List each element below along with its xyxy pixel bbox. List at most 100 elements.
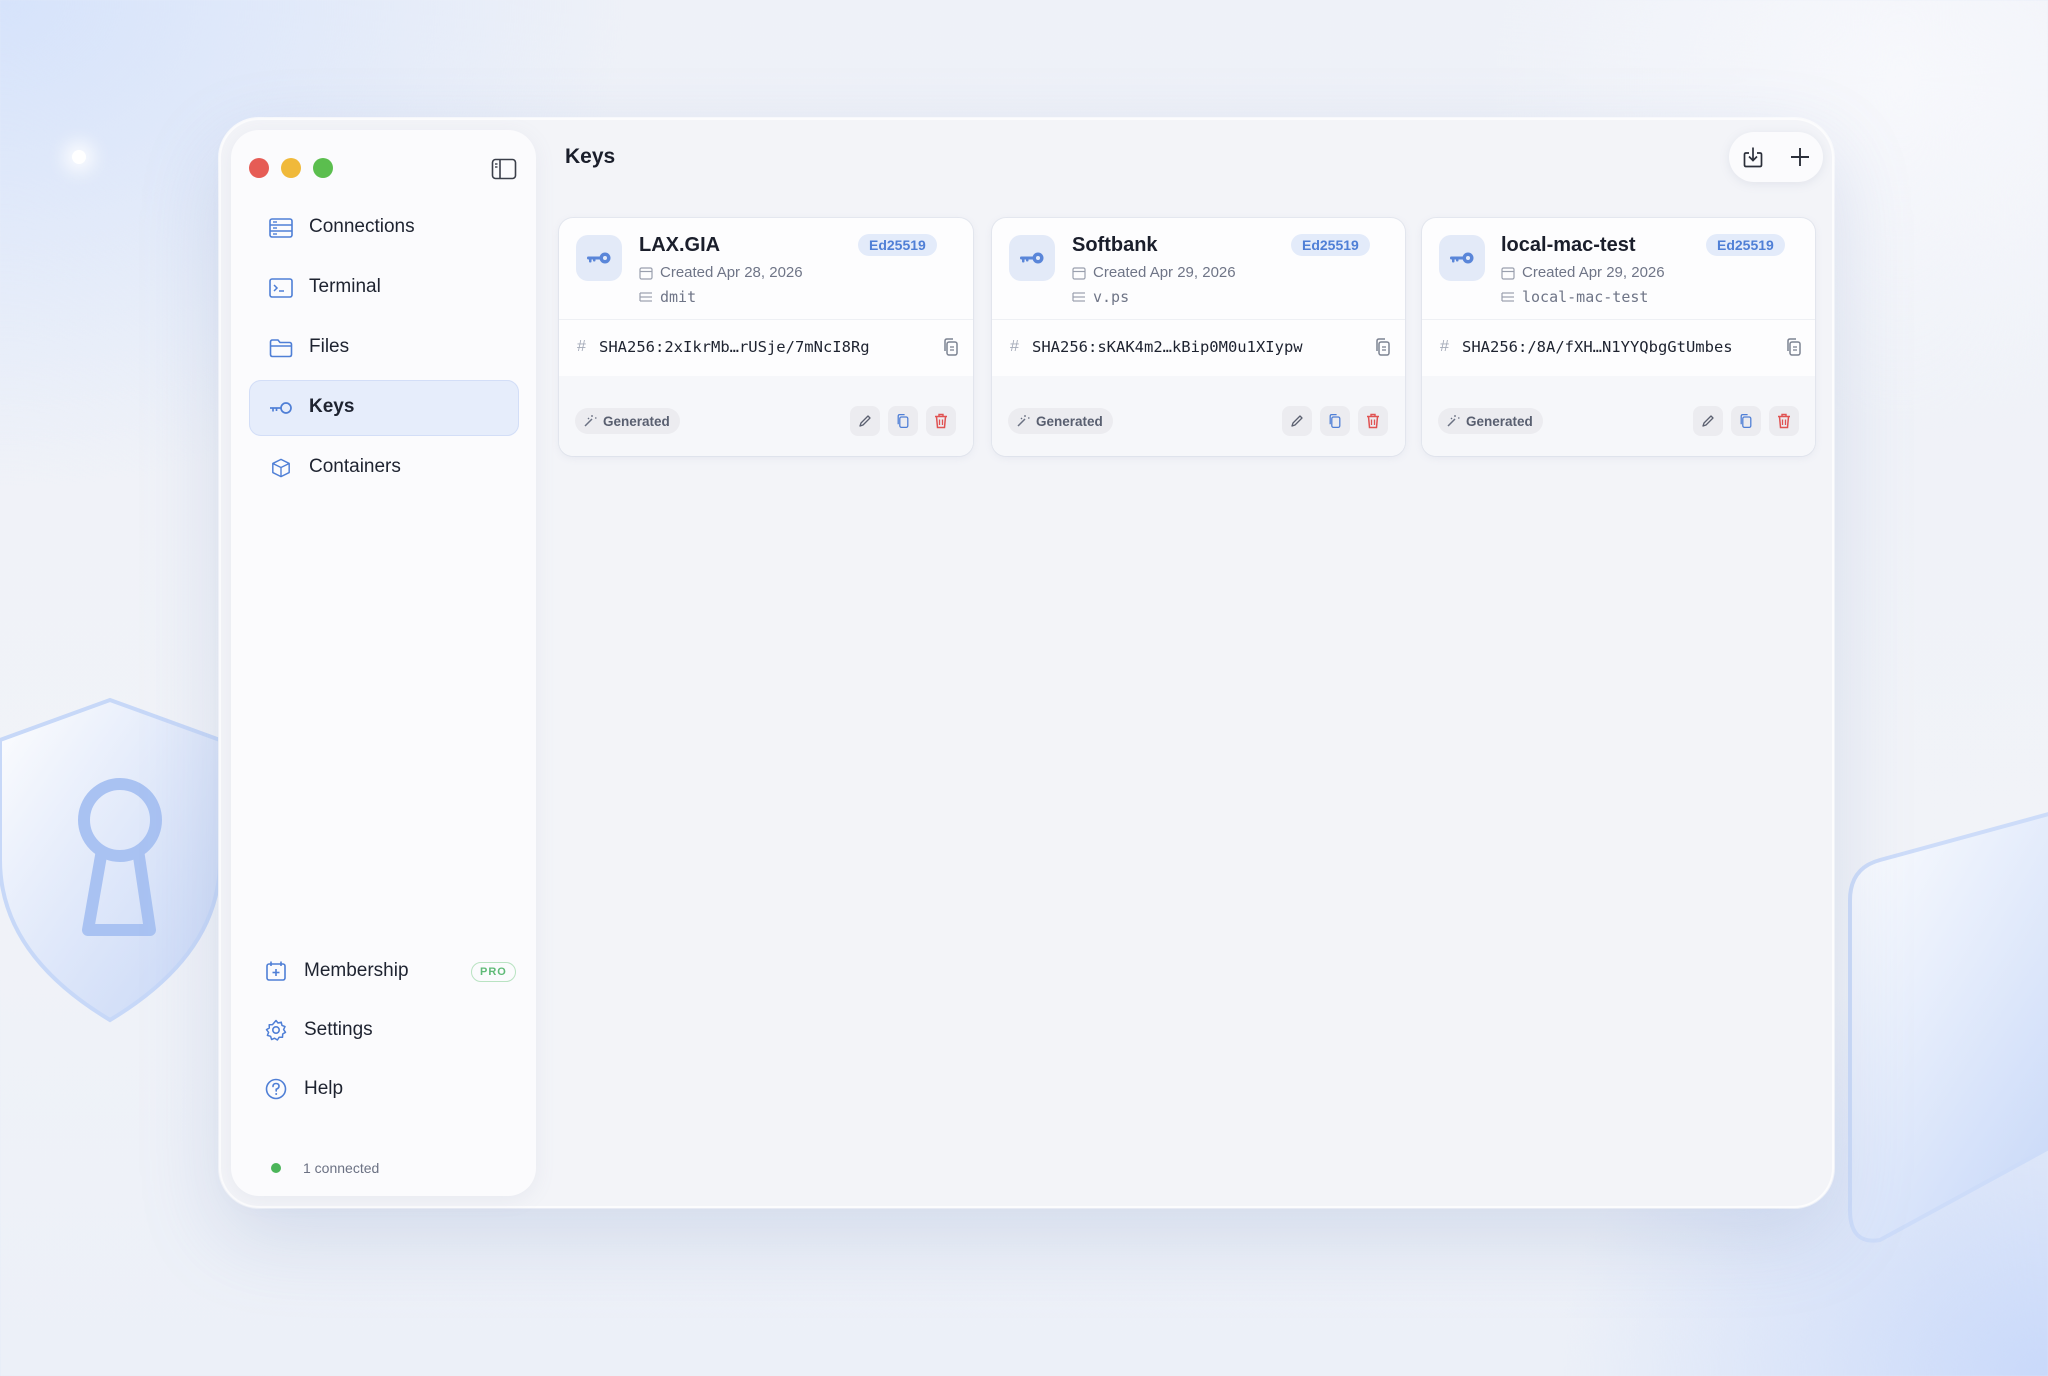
key-comment: dmit [639,288,696,306]
fingerprint-row: # SHA256:2xIkrMb…rUSje/7mNcI8Rg [559,319,973,377]
box-icon [272,458,290,478]
gear-icon [265,1019,287,1041]
key-comment: v.ps [1072,288,1129,306]
copy-fingerprint-icon[interactable] [941,337,961,357]
sidebar-item-label: Terminal [309,276,381,297]
key-created-text: Created Apr 29, 2026 [1522,264,1665,281]
sidebar-item-connections[interactable]: Connections [249,200,519,256]
calendar-icon [1072,266,1086,280]
import-key-button[interactable] [1729,132,1776,182]
key-card[interactable]: Softbank Ed25519 Created Apr 29, 2026 v.… [992,218,1405,456]
key-card-header: LAX.GIA Ed25519 Created Apr 28, 2026 dmi… [559,218,973,319]
copy-icon [1329,413,1341,429]
toolbar [1729,132,1823,182]
connection-status: 1 connected [271,1160,379,1176]
key-fingerprint: SHA256:/8A/fXH…N1YYQbgGtUmbes [1462,338,1733,356]
key-comment: local-mac-test [1501,288,1648,306]
sidebar-item-label: Keys [309,396,355,417]
key-source-text: Generated [1466,413,1533,429]
key-card[interactable]: LAX.GIA Ed25519 Created Apr 28, 2026 dmi… [559,218,973,456]
sidebar-item-label: Containers [309,456,401,477]
sidebar: Connections Terminal Files Keys Containe… [231,130,536,1196]
sidebar-item-containers[interactable]: Containers [249,440,519,496]
key-name: LAX.GIA [639,234,721,256]
key-fingerprint: SHA256:2xIkrMb…rUSje/7mNcI8Rg [599,338,870,356]
sidebar-item-settings[interactable]: Settings [243,1001,513,1057]
sidebar-nav: Connections Terminal Files Keys Containe… [249,200,519,500]
key-source-text: Generated [603,413,670,429]
pro-badge: PRO [471,962,516,982]
comment-icon [639,292,652,302]
delete-key-button[interactable] [1358,406,1388,436]
sidebar-item-membership[interactable]: Membership PRO [243,942,516,998]
wand-icon [1447,415,1460,427]
app-window: Connections Terminal Files Keys Containe… [219,118,1834,1208]
key-card-header: local-mac-test Ed25519 Created Apr 29, 2… [1422,218,1815,319]
sidebar-item-keys[interactable]: Keys [249,380,519,436]
plus-icon [1790,148,1809,166]
key-source-text: Generated [1036,413,1103,429]
key-card-header: Softbank Ed25519 Created Apr 29, 2026 v.… [992,218,1405,319]
status-dot-icon [271,1163,281,1173]
key-card-actions [850,406,956,436]
key-card[interactable]: local-mac-test Ed25519 Created Apr 29, 2… [1422,218,1815,456]
delete-key-button[interactable] [1769,406,1799,436]
key-fingerprint: SHA256:sKAK4m2…kBip0M0u1XIypw [1032,338,1303,356]
sidebar-item-files[interactable]: Files [249,320,519,376]
delete-key-button[interactable] [926,406,956,436]
key-created-text: Created Apr 29, 2026 [1093,264,1236,281]
edit-key-button[interactable] [850,406,880,436]
copy-key-button[interactable] [888,406,918,436]
folder-icon [269,339,293,358]
window-controls [249,158,333,178]
key-algorithm-badge: Ed25519 [1706,234,1785,256]
sidebar-item-label: Membership [304,960,409,981]
server-icon [269,218,293,238]
key-created-text: Created Apr 28, 2026 [660,264,803,281]
fingerprint-row: # SHA256:sKAK4m2…kBip0M0u1XIypw [992,319,1405,377]
copy-fingerprint-icon[interactable] [1784,337,1804,357]
trash-icon [1778,413,1790,429]
key-comment-text: v.ps [1093,288,1130,306]
edit-key-button[interactable] [1282,406,1312,436]
terminal-icon [269,278,293,298]
copy-icon [897,413,909,429]
key-icon [270,402,292,414]
key-source-chip: Generated [575,408,680,434]
wand-icon [584,415,597,427]
sidebar-item-help[interactable]: Help [243,1060,513,1116]
key-name: local-mac-test [1501,234,1636,256]
copy-key-button[interactable] [1320,406,1350,436]
copy-key-button[interactable] [1731,406,1761,436]
key-avatar-icon [1439,235,1485,281]
membership-icon [266,961,286,981]
fingerprint-row: # SHA256:/8A/fXH…N1YYQbgGtUmbes [1422,319,1815,377]
minimize-window-button[interactable] [281,158,301,178]
edit-key-button[interactable] [1693,406,1723,436]
help-icon [265,1078,287,1100]
sidebar-item-terminal[interactable]: Terminal [249,260,519,316]
import-icon [1743,147,1762,168]
close-window-button[interactable] [249,158,269,178]
key-source-chip: Generated [1438,408,1543,434]
sidebar-item-label: Help [304,1078,344,1099]
trash-icon [1367,413,1379,429]
hash-icon: # [577,338,586,355]
pencil-icon [859,415,871,427]
comment-icon [1501,292,1514,302]
key-algorithm-badge: Ed25519 [858,234,937,256]
glass-panel-decoration [1848,812,2048,1243]
comment-icon [1072,292,1085,302]
sidebar-toggle-icon[interactable] [491,158,517,180]
copy-fingerprint-icon[interactable] [1373,337,1393,357]
calendar-icon [1501,266,1515,280]
page-title: Keys [565,145,616,168]
zoom-window-button[interactable] [313,158,333,178]
key-created: Created Apr 28, 2026 [639,264,803,281]
sidebar-item-label: Files [309,336,350,357]
key-card-actions [1282,406,1388,436]
key-card-actions [1693,406,1799,436]
calendar-icon [639,266,653,280]
add-key-button[interactable] [1776,132,1823,182]
shield-keyhole-decoration [0,697,222,1023]
